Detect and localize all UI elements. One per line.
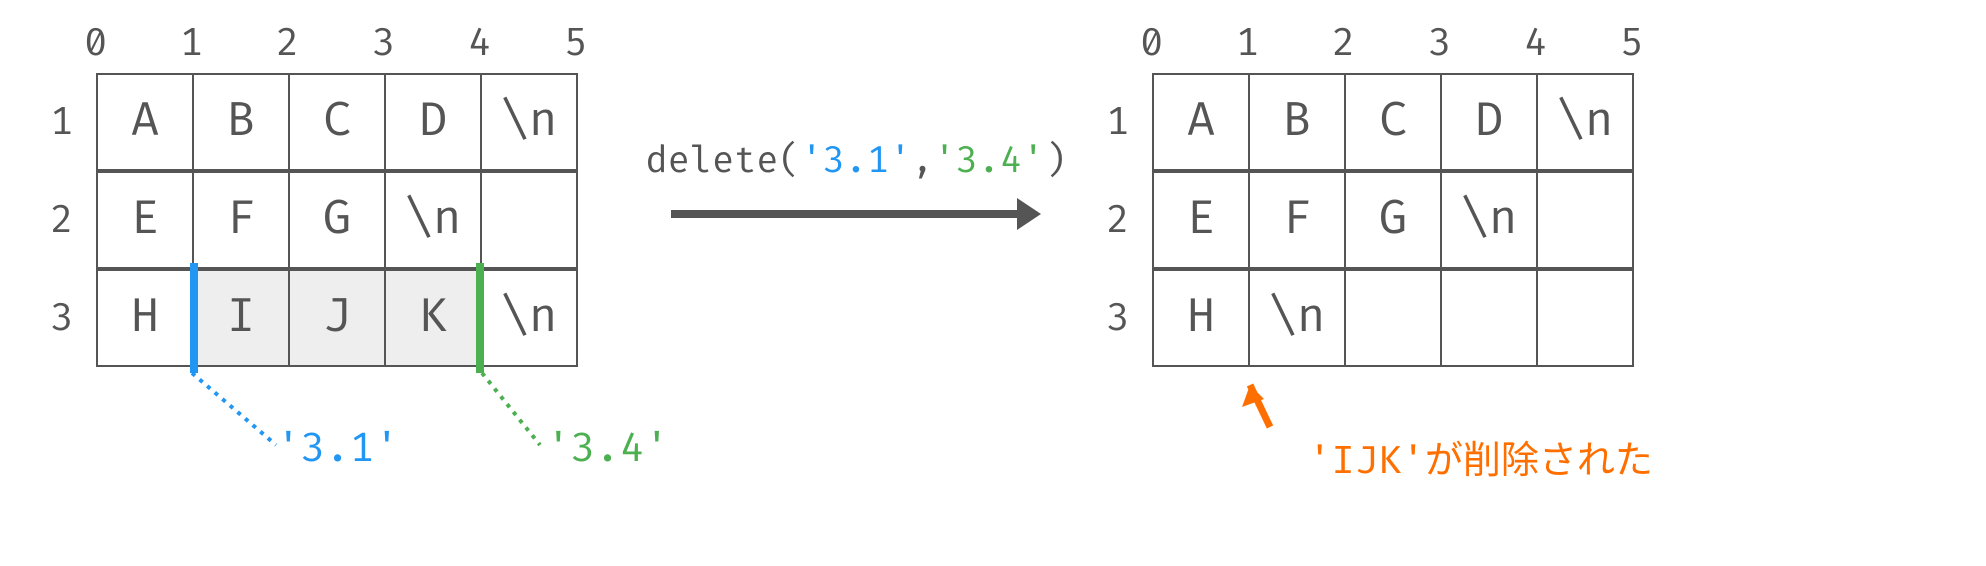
cell: E: [1153, 172, 1249, 268]
cell: C: [289, 74, 385, 170]
cell: F: [1249, 172, 1345, 268]
fn-arg2: '3.4': [934, 140, 1045, 184]
col-label: 4: [1524, 20, 1620, 67]
col-label: 3: [1428, 20, 1524, 67]
cell-highlight: J: [289, 270, 385, 366]
cell: \n: [1537, 74, 1633, 170]
row-label: 2: [40, 197, 84, 244]
row-label: 1: [40, 99, 84, 146]
row-label: 3: [40, 295, 84, 342]
cell: [1441, 270, 1537, 366]
cell: [481, 172, 577, 268]
arrow-icon: [671, 194, 1041, 234]
after-grid: 0 1 2 3 4 5 1 A B C D \n 2 E F G \n 3 H …: [1096, 20, 1656, 477]
cell: G: [1345, 172, 1441, 268]
col-label: 1: [1236, 20, 1332, 67]
cell: [1345, 270, 1441, 366]
cell-highlight: I: [193, 270, 289, 366]
cell: D: [1441, 74, 1537, 170]
operation-arrow: delete('3.1','3.4'): [656, 20, 1056, 234]
fn-arg1: '3.1': [801, 140, 912, 184]
fn-close: ): [1044, 140, 1066, 184]
cell: B: [1249, 74, 1345, 170]
cell: [1537, 172, 1633, 268]
cell: C: [1345, 74, 1441, 170]
cell: [1537, 270, 1633, 366]
cell: \n: [1441, 172, 1537, 268]
function-call: delete('3.1','3.4'): [646, 140, 1067, 184]
col-label: 2: [276, 20, 372, 67]
col-label: 0: [1140, 20, 1236, 67]
cursor-end-label: '3.4': [546, 425, 669, 474]
cell: A: [1153, 74, 1249, 170]
col-label: 5: [564, 20, 588, 67]
fn-name: delete(: [646, 140, 801, 184]
row-label: 2: [1096, 197, 1140, 244]
col-label: 2: [1332, 20, 1428, 67]
col-label: 3: [372, 20, 468, 67]
col-label: 0: [84, 20, 180, 67]
cell: F: [193, 172, 289, 268]
cursor-labels: '3.1' '3.4': [96, 367, 616, 477]
cell: A: [97, 74, 193, 170]
row-label: 3: [1096, 295, 1140, 342]
cell: E: [97, 172, 193, 268]
col-label: 5: [1620, 20, 1644, 67]
cell: \n: [481, 270, 577, 366]
cell: \n: [1249, 270, 1345, 366]
cell: H: [1153, 270, 1249, 366]
before-grid: 0 1 2 3 4 5 1 A B C D \n 2 E F G \n 3 H …: [40, 20, 616, 477]
result-annotation: 'IJK'が削除された: [1264, 405, 1653, 485]
cell-highlight: K: [385, 270, 481, 366]
fn-sep: ,: [911, 140, 933, 184]
cell: G: [289, 172, 385, 268]
cell: H: [97, 270, 193, 366]
col-headers-left: 0 1 2 3 4 5: [96, 20, 616, 67]
row-label: 1: [1096, 99, 1140, 146]
cell: \n: [481, 74, 577, 170]
cell: \n: [385, 172, 481, 268]
col-label: 4: [468, 20, 564, 67]
col-headers-right: 0 1 2 3 4 5: [1152, 20, 1656, 67]
col-label: 1: [180, 20, 276, 67]
cell: D: [385, 74, 481, 170]
cursor-start-label: '3.1': [276, 425, 399, 474]
cell: B: [193, 74, 289, 170]
